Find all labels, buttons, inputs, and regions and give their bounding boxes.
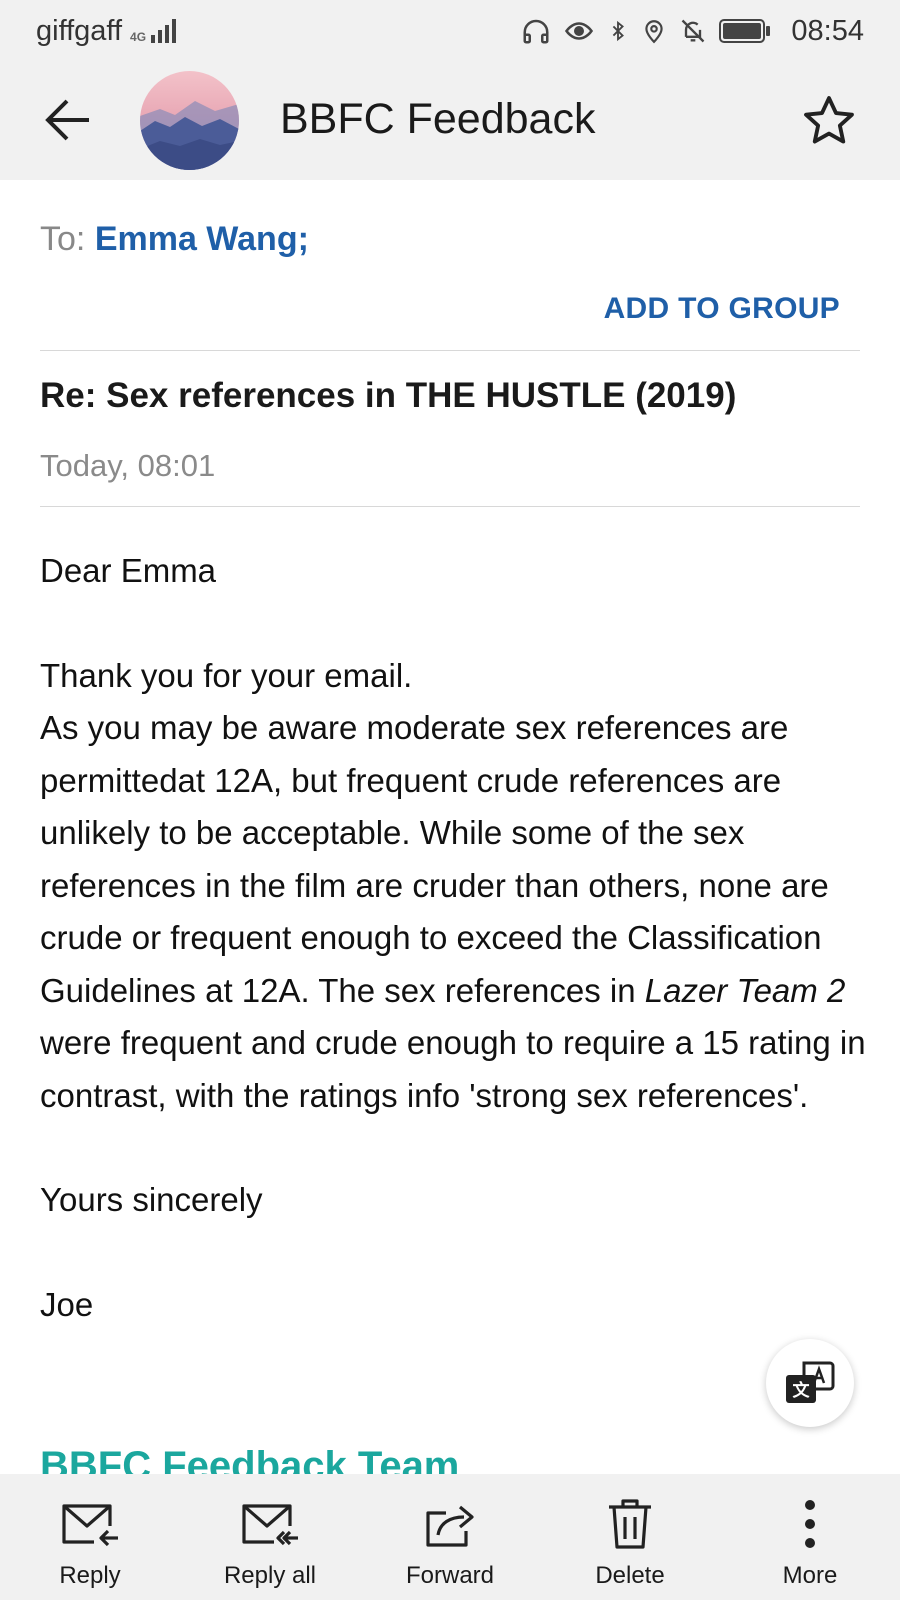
back-button[interactable] bbox=[40, 92, 96, 148]
forward-button[interactable]: Forward bbox=[360, 1474, 540, 1600]
reply-all-button[interactable]: Reply all bbox=[180, 1474, 360, 1600]
more-vertical-icon bbox=[805, 1500, 815, 1548]
svg-text:文: 文 bbox=[793, 1380, 811, 1401]
to-row: To: Emma Wang; bbox=[40, 220, 309, 259]
divider bbox=[40, 506, 860, 507]
paragraph-2-text-end: were frequent and crude enough to requir… bbox=[40, 1024, 866, 1114]
paragraph-2-text: As you may be aware moderate sex referen… bbox=[40, 709, 829, 1009]
reply-all-label: Reply all bbox=[223, 1562, 317, 1589]
bluetooth-icon bbox=[613, 20, 625, 42]
translate-button[interactable]: 文 bbox=[766, 1339, 854, 1427]
closing: Yours sincerely bbox=[40, 1181, 263, 1218]
signal-icon: 4G bbox=[130, 19, 177, 44]
carrier-name: giffgaff bbox=[36, 14, 123, 47]
reply-label: Reply bbox=[59, 1562, 121, 1589]
network-type: 4G bbox=[130, 30, 147, 44]
headphones-icon bbox=[523, 19, 549, 44]
more-label: More bbox=[782, 1562, 838, 1589]
reply-button[interactable]: Reply bbox=[0, 1474, 180, 1600]
avatar bbox=[140, 71, 239, 170]
status-bar: giffgaff 4G 08:54 bbox=[0, 0, 900, 62]
favorite-button[interactable] bbox=[800, 92, 858, 150]
page-title: BBFC Feedback bbox=[280, 95, 596, 143]
status-icons: 08:54 bbox=[521, 15, 864, 48]
delete-label: Delete bbox=[595, 1562, 665, 1589]
star-icon bbox=[804, 96, 854, 144]
arrow-left-icon bbox=[45, 99, 89, 141]
eye-icon bbox=[565, 22, 594, 40]
reply-all-icon bbox=[242, 1504, 298, 1546]
app-header: BBFC Feedback bbox=[0, 62, 900, 180]
email-body: Dear Emma Thank you for your email. As y… bbox=[40, 545, 870, 1331]
delete-button[interactable]: Delete bbox=[540, 1474, 720, 1600]
film-title: Lazer Team 2 bbox=[644, 971, 846, 1009]
forward-label: Forward bbox=[405, 1562, 495, 1589]
location-icon bbox=[645, 20, 664, 44]
paragraph-2: As you may be aware moderate sex referen… bbox=[40, 702, 870, 1122]
add-to-group-button[interactable]: ADD TO GROUP bbox=[604, 292, 840, 326]
greeting: Dear Emma bbox=[40, 552, 217, 589]
recipient-name[interactable]: Emma Wang; bbox=[95, 220, 309, 258]
trash-icon bbox=[609, 1499, 651, 1549]
bottom-toolbar: Reply Reply all Forward Delete More bbox=[0, 1474, 900, 1600]
mute-bell-icon bbox=[682, 19, 705, 43]
paragraph-1: Thank you for your email. bbox=[40, 656, 413, 694]
reply-icon bbox=[62, 1504, 118, 1547]
email-date: Today, 08:01 bbox=[40, 448, 216, 483]
forward-icon bbox=[426, 1505, 474, 1547]
email-subject: Re: Sex references in THE HUSTLE (2019) bbox=[40, 376, 737, 415]
more-button[interactable]: More bbox=[720, 1474, 900, 1600]
battery-icon bbox=[719, 19, 771, 43]
carrier-info: giffgaff 4G bbox=[36, 14, 177, 48]
clock: 08:54 bbox=[791, 14, 864, 47]
divider bbox=[40, 350, 860, 351]
translate-icon: 文 bbox=[786, 1361, 835, 1403]
to-label: To: bbox=[40, 220, 86, 258]
signature: Joe bbox=[40, 1285, 94, 1323]
